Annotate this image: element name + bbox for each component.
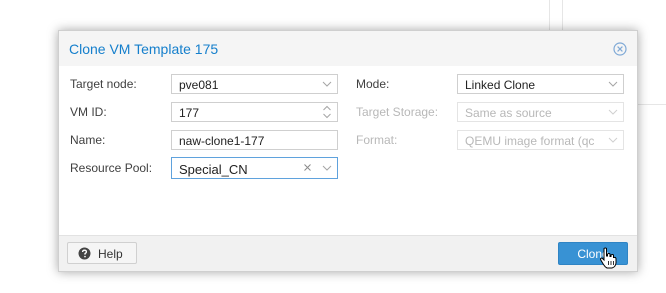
dialog-footer: Help Clone [59, 235, 637, 271]
clone-button[interactable]: Clone [558, 242, 628, 265]
clear-icon[interactable] [299, 159, 317, 177]
chevron-down-icon [608, 109, 618, 115]
target-node-value: pve081 [179, 78, 219, 92]
help-label: Help [98, 247, 123, 261]
vm-id-label: VM ID: [70, 105, 107, 119]
format-value: QEMU image format (qc [465, 134, 595, 148]
name-label: Name: [70, 133, 106, 147]
close-icon[interactable] [613, 42, 627, 56]
vm-id-field[interactable]: 177 [171, 102, 338, 122]
background-divider [562, 0, 563, 30]
name-field[interactable]: naw-clone1-177 [171, 130, 338, 150]
chevron-down-icon[interactable] [317, 159, 337, 177]
mode-select[interactable]: Linked Clone [457, 74, 624, 94]
background-divider [636, 104, 666, 105]
help-button[interactable]: Help [67, 242, 137, 264]
spinner-arrows-icon[interactable] [317, 103, 337, 121]
target-node-select[interactable]: pve081 [171, 74, 338, 94]
chevron-down-icon[interactable] [603, 75, 623, 93]
clone-vm-dialog: Clone VM Template 175 Target node: pve08… [58, 30, 638, 272]
dialog-title: Clone VM Template 175 [69, 41, 219, 57]
dialog-titlebar: Clone VM Template 175 [59, 31, 637, 66]
chevron-down-icon [608, 137, 618, 143]
target-storage-label: Target Storage: [356, 105, 439, 119]
resource-pool-label: Resource Pool: [70, 161, 153, 175]
format-label: Format: [356, 133, 398, 147]
dialog-body: Target node: pve081 VM ID: 177 Name: naw… [59, 66, 637, 236]
target-node-label: Target node: [70, 77, 137, 91]
format-select: QEMU image format (qc [457, 130, 624, 150]
background-divider [549, 0, 550, 30]
question-circle-icon [78, 247, 91, 260]
chevron-down-icon[interactable] [317, 75, 337, 93]
mode-label: Mode: [356, 77, 390, 91]
name-value: naw-clone1-177 [179, 134, 265, 148]
mode-value: Linked Clone [465, 78, 536, 92]
resource-pool-value: Special_CN [179, 162, 248, 177]
hand-cursor-icon [599, 247, 617, 269]
target-storage-select: Same as source [457, 102, 624, 122]
resource-pool-select[interactable]: Special_CN [171, 157, 338, 179]
target-storage-value: Same as source [465, 106, 552, 120]
vm-id-value: 177 [179, 106, 200, 120]
